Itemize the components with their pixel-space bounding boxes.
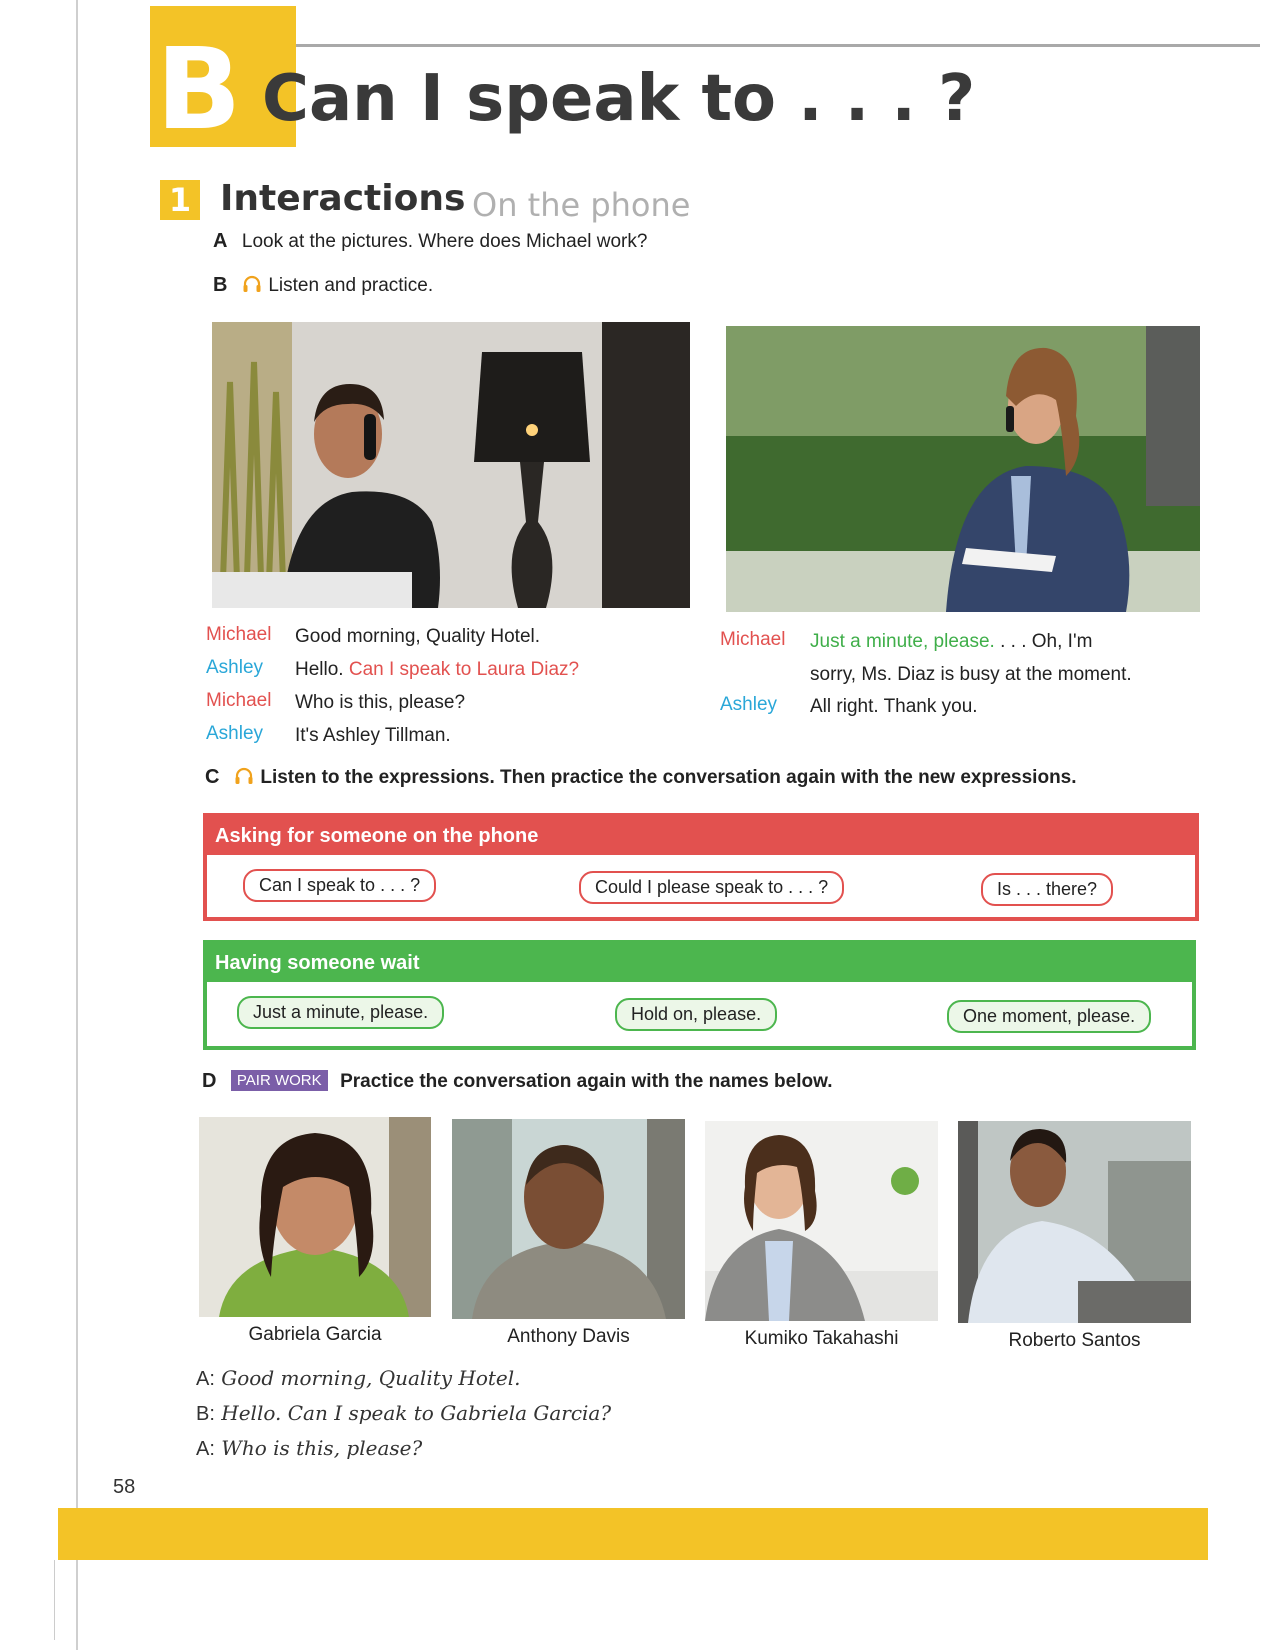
speaker-label: Ashley	[720, 694, 778, 715]
task-d: D PAIR WORK Practice the conversation ag…	[202, 1070, 832, 1093]
expression-box-asking: Asking for someone on the phone Can I sp…	[203, 813, 1199, 921]
speaker-label: Ashley	[206, 657, 264, 678]
model-line: B: Hello. Can I speak to Gabriela Garcia…	[196, 1401, 612, 1425]
model-line: A: Good morning, Quality Hotel.	[196, 1366, 521, 1390]
photo-gabriela	[199, 1117, 431, 1317]
highlight-expression: Can I speak to Laura Diaz?	[348, 659, 580, 680]
task-a: A Look at the pictures. Where does Micha…	[213, 230, 647, 253]
expression-bubble: Just a minute, please.	[237, 996, 445, 1029]
model-speaker: B:	[196, 1403, 215, 1425]
dialog-line: It's Ashley Tillman.	[295, 725, 451, 746]
box-title: Having someone wait	[207, 944, 1192, 982]
footer-band	[58, 1508, 1208, 1560]
model-speaker: A:	[196, 1368, 215, 1390]
photo-kumiko	[705, 1121, 938, 1321]
task-b-text: Listen and practice.	[268, 275, 434, 296]
page-edge-lower	[54, 1560, 55, 1640]
photo-ashley	[726, 326, 1200, 612]
task-c-text: Listen to the expressions. Then practice…	[260, 767, 1077, 788]
task-b-letter: B	[213, 274, 228, 296]
dialog-line: Just a minute, please. . . . Oh, I'm	[810, 631, 1093, 652]
speaker-label: Michael	[206, 624, 272, 645]
task-a-text: Look at the pictures. Where does Michael…	[241, 231, 648, 252]
person-name: Kumiko Takahashi	[744, 1328, 899, 1349]
expression-bubble: Hold on, please.	[615, 998, 778, 1031]
person-name: Gabriela Garcia	[248, 1324, 382, 1345]
page-number: 58	[113, 1476, 136, 1498]
photo-anthony	[452, 1119, 685, 1319]
section-subtitle: On the phone	[472, 186, 691, 224]
dialog-line: sorry, Ms. Diaz is busy at the moment.	[810, 664, 1132, 685]
page-edge	[76, 0, 78, 1650]
expression-bubble: Can I speak to . . . ?	[243, 869, 437, 902]
person-name: Anthony Davis	[507, 1326, 630, 1347]
pair-work-badge: PAIR WORK	[230, 1070, 328, 1091]
dialog-line: Good morning, Quality Hotel.	[295, 626, 541, 647]
box-title: Asking for someone on the phone	[207, 817, 1195, 855]
lesson-letter: B	[156, 25, 242, 147]
model-line: A: Who is this, please?	[196, 1436, 423, 1460]
speaker-label: Michael	[720, 629, 786, 650]
model-speaker: A:	[196, 1438, 215, 1460]
expression-bubble: One moment, please.	[947, 1000, 1152, 1033]
expression-bubble: Is . . . there?	[981, 873, 1114, 906]
speaker-label: Ashley	[206, 723, 264, 744]
task-c: C Listen to the expressions. Then practi…	[205, 766, 1077, 789]
task-d-letter: D	[202, 1070, 217, 1092]
speaker-label: Michael	[206, 690, 272, 711]
dialog-line: All right. Thank you.	[810, 696, 978, 717]
task-a-letter: A	[213, 230, 228, 252]
section-title: Interactions	[220, 178, 466, 219]
headphones-icon[interactable]	[242, 275, 262, 293]
headphones-icon[interactable]	[234, 767, 254, 785]
task-d-text: Practice the conversation again with the…	[340, 1071, 833, 1092]
highlight-expression: Just a minute, please.	[810, 631, 995, 652]
person-name: Roberto Santos	[1008, 1330, 1141, 1351]
photo-roberto	[958, 1121, 1191, 1323]
dialog-line: Who is this, please?	[295, 692, 466, 713]
dialog-line: Hello. Can I speak to Laura Diaz?	[295, 659, 580, 680]
header-rule	[150, 44, 1260, 47]
photo-michael	[212, 322, 690, 608]
section-number: 1	[160, 180, 200, 220]
task-c-letter: C	[205, 766, 220, 788]
expression-box-waiting: Having someone wait Just a minute, pleas…	[203, 940, 1196, 1050]
lesson-title: Can I speak to . . . ?	[262, 62, 976, 136]
expression-bubble: Could I please speak to . . . ?	[579, 871, 845, 904]
task-b: B Listen and practice.	[213, 274, 433, 297]
